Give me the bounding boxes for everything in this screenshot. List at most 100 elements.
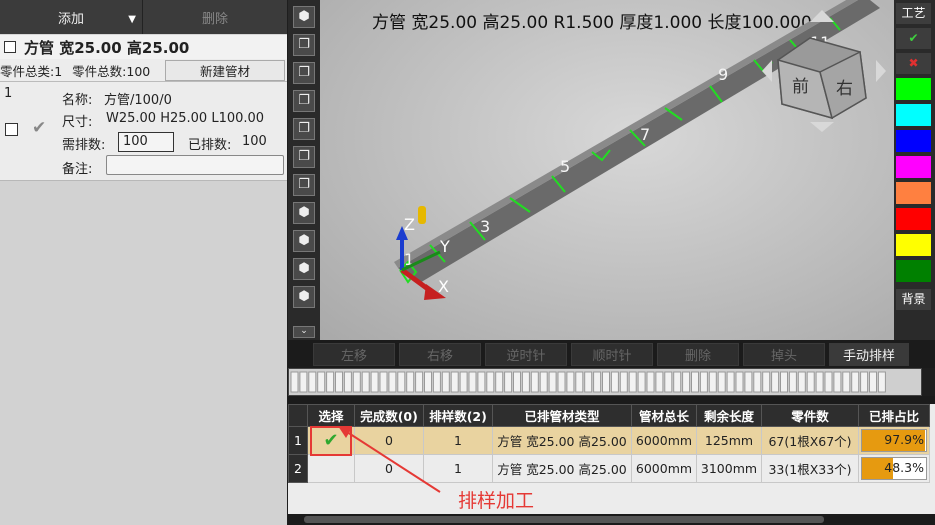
cube-right-label: 右 [836,79,853,99]
move-right-button[interactable]: 右移 [399,343,481,366]
preview-segment [735,371,744,393]
size-label: 尺寸: [62,115,93,130]
remove-button[interactable]: 删除 [657,343,739,366]
color-swatch[interactable] [896,182,931,204]
move-left-button[interactable]: 左移 [313,343,395,366]
pipe-header-title: 方管 宽25.00 高25.00 [24,38,190,57]
total-count: 零件总数:100 [72,63,151,79]
size-value: W25.00 H25.00 L100.00 [106,111,265,126]
pipe-header-checkbox[interactable] [4,41,16,53]
check-mark-icon: ✔ [32,118,47,138]
preview-segment [308,371,317,393]
left-view-icon[interactable]: ❐ [293,90,315,112]
pipe-type-cell: 方管 宽25.00 高25.00 [492,426,632,455]
marker-5: 5 [560,157,570,176]
preview-segment [513,371,521,393]
rotate-cw-button[interactable]: 顺时针 [571,343,653,366]
dropdown-arrow-icon[interactable]: ▼ [128,14,136,25]
scrollbar-thumb[interactable] [304,516,824,523]
preview-segment [699,371,708,393]
color-swatch[interactable] [896,260,931,282]
marker-9: 9 [718,65,728,84]
preview-segment [824,371,833,393]
cube-view-icon[interactable]: ⬢ [293,258,315,280]
add-button[interactable]: 添加 ▼ [0,0,143,34]
panel-splitter[interactable] [288,396,935,404]
preview-segment [584,371,593,393]
preview-segment [744,371,753,393]
color-swatch[interactable] [896,156,931,178]
preview-segment [397,371,406,393]
right-view-icon[interactable]: ❐ [293,118,315,140]
rotate-down-icon[interactable] [810,122,834,132]
preview-segment [860,371,869,393]
axis-x-label: X [438,277,449,296]
pipe-header: 方管 宽25.00 高25.00 [0,35,287,59]
manual-nesting-button[interactable]: 手动排样 [829,343,909,366]
back-view-icon[interactable]: ❐ [293,62,315,84]
collapse-chevron-icon[interactable]: ⌄ [293,326,315,338]
preview-segment [717,371,726,393]
rotate-ccw-button[interactable]: 逆时针 [485,343,567,366]
preview-segment [424,371,432,393]
process-button[interactable]: 工艺 [896,3,931,24]
part-list-item[interactable]: 1 ✔ 名称: 方管/100/0 尺寸: W25.00 H25.00 L100.… [0,82,287,181]
preview-segment [326,371,335,393]
top-view-icon[interactable]: ❐ [293,146,315,168]
col-total-length[interactable]: 管材总长 [631,404,697,427]
delete-button[interactable]: 删除 [143,0,287,34]
preview-segment [762,371,771,393]
horizontal-scrollbar[interactable] [288,514,935,525]
color-swatch[interactable] [896,130,931,152]
preview-segment [406,371,415,393]
3d-viewport[interactable]: 方管 宽25.00 高25.00 R1.500 厚度1.000 长度100.00… [320,0,894,340]
confirm-check-icon[interactable]: ✔ [896,28,931,49]
background-button[interactable]: 背景 [896,289,931,310]
front-view-icon[interactable]: ❐ [293,34,315,56]
preview-segment [664,371,673,393]
preview-segment [317,371,326,393]
col-usage-ratio[interactable]: 已排占比 [858,404,930,427]
iso-view-icon[interactable]: ⬢ [293,6,315,28]
col-part-count[interactable]: 零件数 [761,404,859,427]
color-swatch[interactable] [896,104,931,126]
preview-segment [815,371,824,393]
bottom-view-icon[interactable]: ❐ [293,174,315,196]
preview-segment [566,371,575,393]
flip-button[interactable]: 掉头 [743,343,825,366]
category-count: 零件总类:1 [0,63,63,79]
preview-segment [753,371,762,393]
preview-segment [682,371,691,393]
preview-segment [637,371,646,393]
note-input[interactable] [106,155,284,175]
color-swatch[interactable] [896,234,931,256]
annotation-arrow [338,426,441,493]
remain-length-cell: 125mm [696,426,762,455]
new-pipe-button[interactable]: 新建管材 [165,60,285,81]
preview-segment [842,371,851,393]
rotate-right-icon[interactable] [876,60,886,82]
col-remain-length[interactable]: 剩余长度 [696,404,762,427]
cube-view-icon[interactable]: ⬢ [293,230,315,252]
preview-segment [459,371,468,393]
col-pipe-type[interactable]: 已排管材类型 [492,404,632,427]
cube-view-icon[interactable]: ⬢ [293,286,315,308]
preview-segment [593,371,602,393]
cancel-x-icon[interactable]: ✖ [896,53,931,74]
preview-segment [432,371,441,393]
preview-segment [602,371,610,393]
color-swatch[interactable] [896,78,931,100]
preview-segment [851,371,860,393]
done-count-value: 100 [242,134,267,149]
row-number: 2 [288,454,308,483]
preview-segment [379,371,388,393]
part-checkbox[interactable] [5,123,18,136]
preview-segment [441,371,450,393]
preview-segment [691,371,699,393]
nesting-preview-segments [290,371,886,393]
preview-segment [575,371,584,393]
color-swatch[interactable] [896,208,931,230]
need-count-input[interactable]: 100 [118,132,174,152]
cube-view-icon[interactable]: ⬢ [293,202,315,224]
preview-segment [388,371,397,393]
